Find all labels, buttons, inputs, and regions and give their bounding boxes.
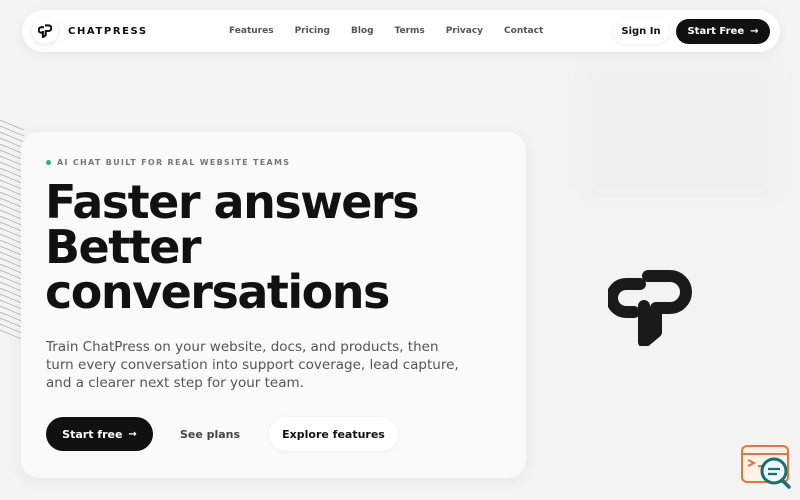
start-free-cta-label: Start free [62, 427, 123, 441]
start-free-label: Start Free [687, 26, 745, 37]
chat-widget-launcher[interactable] [740, 444, 792, 490]
hero-headline: Faster answers Better conversations [45, 175, 515, 319]
eyebrow: AI CHAT BUILT FOR REAL WEBSITE TEAMS [46, 158, 290, 167]
hero-description: Train ChatPress on your website, docs, a… [46, 339, 459, 391]
headline-line-2: Better [45, 220, 202, 274]
brand-name: CHATPRESS [68, 25, 148, 37]
explore-features-button[interactable]: Explore features [269, 417, 398, 451]
chatpress-logo-icon [606, 266, 694, 348]
nav-link-terms[interactable]: Terms [395, 26, 425, 36]
top-navigation: CHATPRESS Features Pricing Blog Terms Pr… [22, 10, 780, 52]
see-plans-button[interactable]: See plans [171, 417, 249, 451]
nav-link-blog[interactable]: Blog [351, 26, 374, 36]
background-shape [580, 60, 780, 200]
eyebrow-text: AI CHAT BUILT FOR REAL WEBSITE TEAMS [57, 158, 291, 167]
nav-link-pricing[interactable]: Pricing [295, 26, 330, 36]
headline-line-3: conversations [45, 265, 390, 319]
arrow-right-icon: → [128, 428, 137, 440]
hero-card: AI CHAT BUILT FOR REAL WEBSITE TEAMS Fas… [21, 132, 526, 478]
nav-link-contact[interactable]: Contact [504, 26, 543, 36]
status-dot-icon [46, 160, 51, 165]
headline-line-1: Faster answers [45, 175, 419, 229]
brand[interactable]: CHATPRESS [32, 18, 148, 44]
start-free-cta[interactable]: Start free → [46, 417, 153, 451]
arrow-right-icon: → [750, 26, 759, 37]
sign-in-button[interactable]: Sign In [613, 19, 669, 44]
nav-link-features[interactable]: Features [229, 26, 274, 36]
chatpress-logo-icon [32, 18, 58, 44]
nav-links: Features Pricing Blog Terms Privacy Cont… [229, 26, 564, 36]
start-free-button[interactable]: Start Free → [676, 19, 770, 44]
nav-link-privacy[interactable]: Privacy [446, 26, 483, 36]
